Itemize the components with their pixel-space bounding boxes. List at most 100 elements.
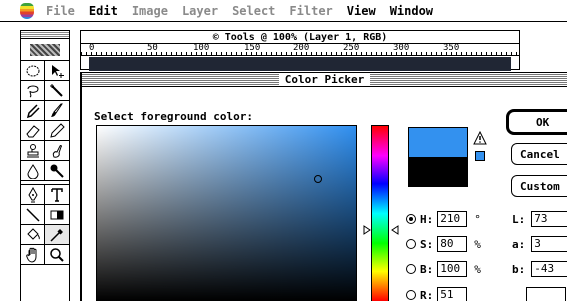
hand-tool[interactable]: [21, 245, 45, 265]
brightness-field[interactable]: 100: [437, 261, 468, 277]
hue-slider[interactable]: [371, 125, 389, 301]
menu-bar: File Edit Image Layer Select Filter View…: [0, 0, 567, 22]
menu-image[interactable]: Image: [132, 4, 168, 18]
lab-b-label: b:: [512, 262, 526, 276]
magic-wand-icon: [50, 83, 63, 97]
saturation-radio[interactable]: [406, 239, 416, 249]
type-tool[interactable]: [45, 185, 69, 205]
eraser-icon: [25, 124, 40, 137]
red-row: R: 51: [406, 287, 468, 301]
brightness-radio[interactable]: [406, 264, 416, 274]
pen-tool[interactable]: [21, 185, 45, 205]
toolbox-titlebar[interactable]: [21, 31, 69, 39]
pen-icon: [27, 186, 38, 202]
red-field[interactable]: 51: [437, 287, 468, 301]
move-icon: [52, 64, 64, 78]
hue-label: H:: [420, 212, 434, 226]
lab-a-label: a:: [512, 237, 526, 251]
brush-icon: [51, 103, 63, 117]
gradient-tool[interactable]: [45, 205, 69, 225]
lab-l-label: L:: [512, 212, 526, 226]
document-title: © Tools @ 100% (Layer 1, RGB): [208, 31, 392, 43]
color-picker-dialog: Color Picker Select foreground color: OK…: [80, 72, 567, 301]
saturation-label: S:: [420, 237, 434, 251]
bucket-tool[interactable]: [21, 225, 45, 245]
hue-radio[interactable]: [406, 214, 416, 224]
stamp-icon: [26, 143, 39, 157]
dialog-title: Color Picker: [278, 73, 371, 86]
burn-icon: [50, 164, 64, 178]
dodge-icon: [26, 163, 39, 179]
slider-arrow-left-icon[interactable]: [391, 225, 399, 235]
crop-icon: [26, 103, 40, 118]
marquee-icon: [26, 65, 39, 76]
color-field-marker[interactable]: [314, 175, 322, 183]
partial-field-row: [512, 287, 566, 301]
partial-field[interactable]: [526, 287, 566, 301]
original-color-swatch[interactable]: [408, 157, 468, 187]
menu-layer[interactable]: Layer: [182, 4, 218, 18]
magic-wand-tool[interactable]: [45, 81, 69, 101]
lab-b-row: b: -43: [512, 261, 567, 277]
pencil-icon: [50, 122, 65, 138]
lasso-icon: [27, 85, 39, 97]
saturation-row: S: 80 %: [406, 236, 481, 252]
menu-select[interactable]: Select: [232, 4, 275, 18]
tool-grid: [21, 61, 69, 181]
smudge-tool[interactable]: [45, 141, 69, 161]
apple-logo-icon[interactable]: [20, 2, 34, 19]
hue-field[interactable]: 210: [437, 211, 468, 227]
saturation-unit: %: [474, 237, 481, 251]
brightness-unit: %: [474, 262, 481, 276]
cancel-button[interactable]: Cancel: [511, 143, 567, 165]
brightness-label: B:: [420, 262, 434, 276]
tool-grid: [21, 185, 69, 265]
marquee-tool[interactable]: [21, 61, 45, 81]
document-canvas[interactable]: [89, 57, 511, 71]
lab-a-row: a: 3: [512, 236, 567, 252]
zoom-icon: [50, 247, 64, 262]
menu-file[interactable]: File: [46, 4, 75, 18]
eyedropper-icon: [50, 228, 63, 242]
line-tool[interactable]: [21, 205, 45, 225]
menu-filter[interactable]: Filter: [289, 4, 332, 18]
ok-button[interactable]: OK: [506, 109, 567, 135]
stamp-tool[interactable]: [21, 141, 45, 161]
hue-row: H: 210 °: [406, 211, 481, 227]
brightness-row: B: 100 %: [406, 261, 481, 277]
smudge-icon: [52, 144, 62, 158]
line-icon: [25, 207, 40, 222]
saturation-field[interactable]: 80: [437, 236, 468, 252]
dodge-tool[interactable]: [21, 161, 45, 181]
slider-arrow-right-icon[interactable]: [363, 225, 371, 235]
gamut-color-swatch[interactable]: [475, 151, 485, 161]
lab-l-field[interactable]: 73: [531, 211, 567, 227]
crop-tool[interactable]: [21, 101, 45, 121]
pencil-tool[interactable]: [45, 121, 69, 141]
custom-button[interactable]: Custom: [511, 175, 567, 197]
dialog-prompt: Select foreground color:: [94, 110, 253, 123]
menu-edit[interactable]: Edit: [89, 4, 118, 18]
bucket-icon: [26, 227, 40, 240]
horizontal-ruler: 0 50 100 150 200 250 300 350: [81, 44, 519, 56]
lasso-tool[interactable]: [21, 81, 45, 101]
move-tool[interactable]: [45, 61, 69, 81]
hue-unit: °: [474, 212, 481, 226]
menu-view[interactable]: View: [347, 4, 376, 18]
zoom-tool[interactable]: [45, 245, 69, 265]
ruler-ticks: [81, 52, 519, 55]
gamut-warning-icon[interactable]: [473, 131, 487, 145]
dialog-titlebar[interactable]: Color Picker: [82, 73, 567, 87]
red-radio[interactable]: [406, 290, 416, 300]
burn-tool[interactable]: [45, 161, 69, 181]
menu-window[interactable]: Window: [390, 4, 433, 18]
toolbox-logo: [21, 39, 69, 61]
lab-a-field[interactable]: 3: [531, 236, 567, 252]
brush-tool[interactable]: [45, 101, 69, 121]
toolbox-logo-image: [30, 43, 60, 56]
color-field[interactable]: [96, 125, 357, 301]
eyedropper-tool[interactable]: [45, 225, 69, 245]
eraser-tool[interactable]: [21, 121, 45, 141]
type-icon: [51, 187, 63, 202]
lab-b-field[interactable]: -43: [531, 261, 567, 277]
